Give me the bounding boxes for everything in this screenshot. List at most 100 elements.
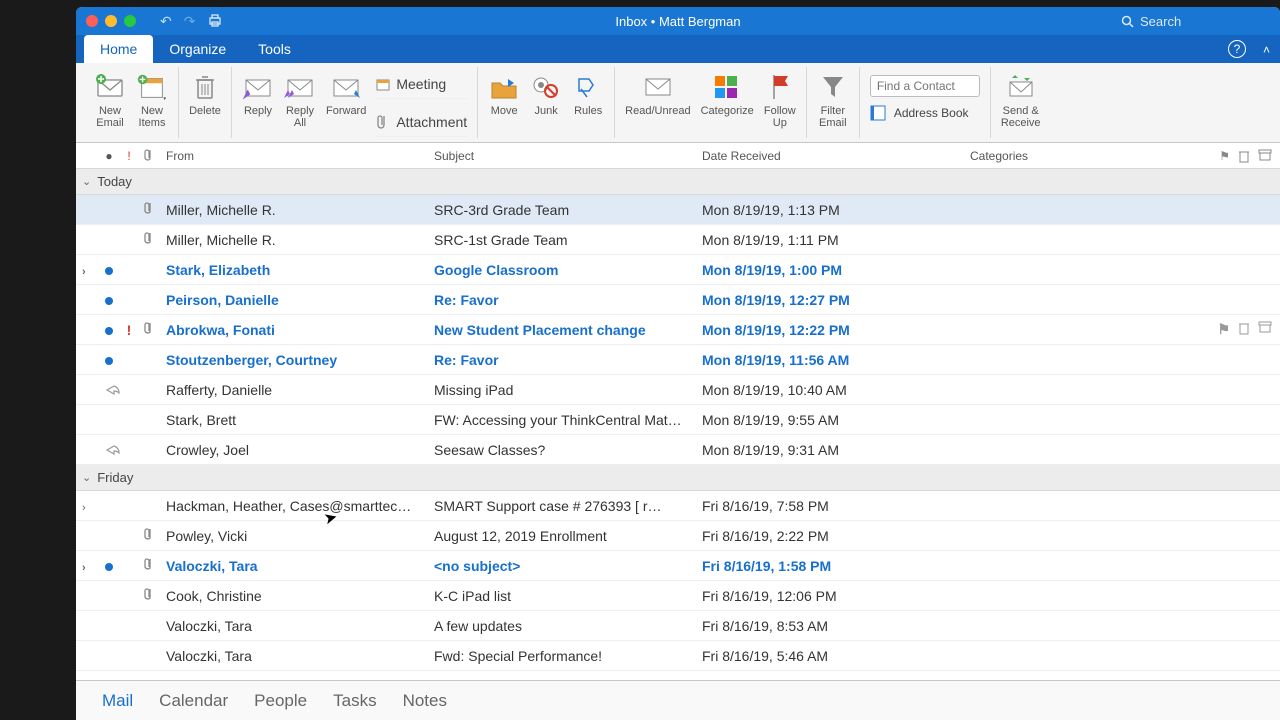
header-importance[interactable]: ! xyxy=(120,149,138,163)
titlebar: ↶ ↷ Inbox • Matt Bergman xyxy=(76,7,1280,35)
message-date: Mon 8/19/19, 1:00 PM xyxy=(696,262,964,278)
trash-icon[interactable] xyxy=(1238,321,1250,338)
archive-column-icon[interactable] xyxy=(1258,149,1272,163)
expand-toggle[interactable]: › xyxy=(76,262,98,278)
message-row[interactable]: ›Hackman, Heather, Cases@smarttec…SMART … xyxy=(76,491,1280,521)
message-row[interactable]: Stoutzenberger, CourtneyRe: FavorMon 8/1… xyxy=(76,345,1280,375)
header-tail-icons: ⚑ xyxy=(1219,149,1280,163)
archive-icon[interactable] xyxy=(1258,321,1272,338)
close-icon[interactable] xyxy=(86,15,98,27)
new-email-button[interactable]: New Email xyxy=(94,69,126,129)
attachment-button[interactable]: Attachment xyxy=(376,107,467,137)
header-date[interactable]: Date Received xyxy=(696,149,964,163)
attachment-indicator xyxy=(138,558,160,573)
message-date: Mon 8/19/19, 12:22 PM xyxy=(696,322,964,338)
message-row[interactable]: Miller, Michelle R.SRC-1st Grade TeamMon… xyxy=(76,225,1280,255)
message-row[interactable]: Valoczki, TaraA few updatesFri 8/16/19, … xyxy=(76,611,1280,641)
flag-icon[interactable]: ⚑ xyxy=(1217,321,1230,338)
bottom-nav: Mail Calendar People Tasks Notes xyxy=(76,680,1280,720)
message-from: Miller, Michelle R. xyxy=(160,202,428,218)
traffic-lights xyxy=(76,15,136,27)
collapse-ribbon-icon[interactable]: ˄ xyxy=(1263,43,1270,57)
nav-notes[interactable]: Notes xyxy=(403,691,447,711)
nav-mail[interactable]: Mail xyxy=(102,691,133,711)
delete-button[interactable]: Delete xyxy=(189,69,221,117)
delete-column-icon[interactable] xyxy=(1238,149,1250,163)
message-subject: Fwd: Special Performance! xyxy=(428,648,696,664)
undo-icon[interactable]: ↶ xyxy=(160,13,172,30)
redo-icon[interactable]: ↷ xyxy=(184,13,196,30)
read-unread-button[interactable]: Read/Unread xyxy=(625,69,690,117)
header-unread[interactable]: ● xyxy=(98,149,120,163)
send-receive-icon xyxy=(1005,71,1037,103)
search-box[interactable] xyxy=(1121,14,1270,29)
rules-icon xyxy=(572,71,604,103)
attachment-icon xyxy=(376,114,392,130)
header-subject[interactable]: Subject xyxy=(428,149,696,163)
message-date: Mon 8/19/19, 11:56 AM xyxy=(696,352,964,368)
unread-indicator xyxy=(98,292,120,308)
minimize-icon[interactable] xyxy=(105,15,117,27)
follow-up-button[interactable]: Follow Up xyxy=(764,69,796,129)
message-row[interactable]: Miller, Michelle R.SRC-3rd Grade TeamMon… xyxy=(76,195,1280,225)
filter-email-button[interactable]: Filter Email xyxy=(817,69,849,129)
move-button[interactable]: Move xyxy=(488,69,520,117)
find-contact-input[interactable] xyxy=(870,75,980,97)
group-header[interactable]: ⌄Today xyxy=(76,169,1280,195)
header-categories[interactable]: Categories xyxy=(964,149,1219,163)
message-row[interactable]: Valoczki, TaraFwd: Special Performance!F… xyxy=(76,641,1280,671)
tab-home[interactable]: Home xyxy=(84,35,153,63)
forward-icon xyxy=(330,71,362,103)
help-icon[interactable]: ? xyxy=(1228,40,1246,58)
tab-organize[interactable]: Organize xyxy=(153,35,242,63)
print-icon[interactable] xyxy=(207,13,223,30)
message-row[interactable]: Crowley, JoelSeesaw Classes?Mon 8/19/19,… xyxy=(76,435,1280,465)
categorize-button[interactable]: Categorize xyxy=(701,69,754,117)
message-date: Fri 8/16/19, 5:46 AM xyxy=(696,648,964,664)
nav-tasks[interactable]: Tasks xyxy=(333,691,376,711)
message-subject: Re: Favor xyxy=(428,352,696,368)
unread-indicator xyxy=(98,352,120,368)
address-book-button[interactable]: Address Book xyxy=(870,105,980,121)
message-row[interactable]: ›Stark, ElizabethGoogle ClassroomMon 8/1… xyxy=(76,255,1280,285)
message-row[interactable]: Stark, BrettFW: Accessing your ThinkCent… xyxy=(76,405,1280,435)
reply-button[interactable]: Reply xyxy=(242,69,274,117)
expand-toggle[interactable]: › xyxy=(76,498,98,514)
junk-button[interactable]: Junk xyxy=(530,69,562,117)
outlook-window: ↶ ↷ Inbox • Matt Bergman Home Organize T… xyxy=(76,7,1280,720)
message-subject: K-C iPad list xyxy=(428,588,696,604)
unread-indicator xyxy=(98,443,120,457)
header-attachment[interactable] xyxy=(138,149,160,163)
new-items-button[interactable]: New Items xyxy=(136,69,168,129)
reply-all-button[interactable]: Reply All xyxy=(284,69,316,129)
header-from[interactable]: From xyxy=(160,149,428,163)
message-row[interactable]: Rafferty, DanielleMissing iPadMon 8/19/1… xyxy=(76,375,1280,405)
message-date: Mon 8/19/19, 1:11 PM xyxy=(696,232,964,248)
tab-tools[interactable]: Tools xyxy=(242,35,307,63)
rules-button[interactable]: Rules xyxy=(572,69,604,117)
group-header[interactable]: ⌄Friday xyxy=(76,465,1280,491)
message-from: Abrokwa, Fonati xyxy=(160,322,428,338)
message-row[interactable]: Cook, ChristineK-C iPad listFri 8/16/19,… xyxy=(76,581,1280,611)
move-icon xyxy=(488,71,520,103)
unread-indicator xyxy=(98,558,120,574)
message-row[interactable]: ›Valoczki, Tara<no subject>Fri 8/16/19, … xyxy=(76,551,1280,581)
message-row[interactable]: Peirson, DanielleRe: FavorMon 8/19/19, 1… xyxy=(76,285,1280,315)
message-row[interactable]: !Abrokwa, FonatiNew Student Placement ch… xyxy=(76,315,1280,345)
forward-button[interactable]: Forward xyxy=(326,69,366,117)
message-subject: New Student Placement change xyxy=(428,322,696,338)
maximize-icon[interactable] xyxy=(124,15,136,27)
message-list: ➤ ⌄TodayMiller, Michelle R.SRC-3rd Grade… xyxy=(76,169,1280,680)
send-receive-button[interactable]: Send & Receive xyxy=(1001,69,1041,129)
nav-calendar[interactable]: Calendar xyxy=(159,691,228,711)
search-input[interactable] xyxy=(1140,14,1270,29)
message-date: Fri 8/16/19, 7:58 PM xyxy=(696,498,964,514)
message-row[interactable]: Powley, VickiAugust 12, 2019 EnrollmentF… xyxy=(76,521,1280,551)
expand-toggle[interactable]: › xyxy=(76,558,98,574)
message-date: Fri 8/16/19, 8:53 AM xyxy=(696,618,964,634)
reply-icon xyxy=(242,71,274,103)
funnel-icon xyxy=(817,71,849,103)
nav-people[interactable]: People xyxy=(254,691,307,711)
meeting-button[interactable]: Meeting xyxy=(376,69,467,99)
flag-column-icon[interactable]: ⚑ xyxy=(1219,149,1230,163)
